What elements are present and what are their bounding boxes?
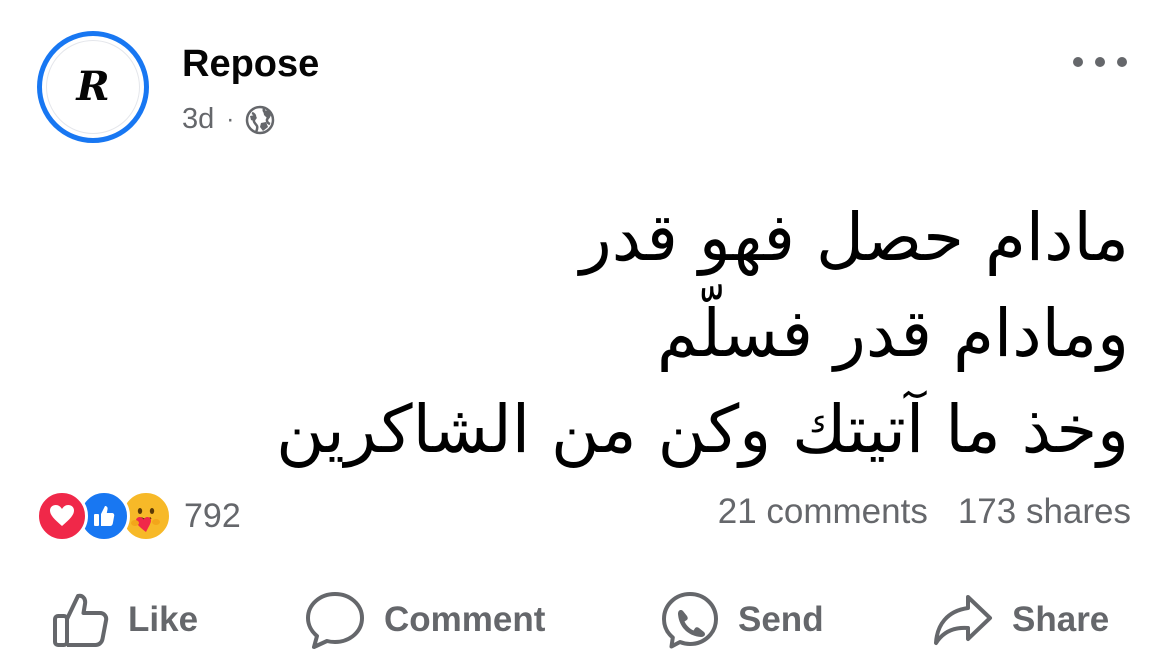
post-meta: 3d · xyxy=(182,103,276,136)
avatar-logo-letter: R xyxy=(76,63,110,110)
shares-count-link[interactable]: 173 shares xyxy=(958,492,1131,532)
love-reaction-icon xyxy=(36,490,88,542)
post-text: مادام حصل فهو قدر ومادام قدر فسلّم وخذ م… xyxy=(129,190,1129,478)
facebook-post: R Repose 3d · مادام حصل فهو قدر ومادام ق… xyxy=(0,0,1169,672)
more-dot xyxy=(1117,57,1127,67)
reactions-summary[interactable]: 792 xyxy=(36,490,241,542)
post-timestamp[interactable]: 3d xyxy=(182,103,214,136)
comments-count-link[interactable]: 21 comments xyxy=(718,492,928,532)
send-button[interactable]: Send xyxy=(660,585,824,655)
author-avatar[interactable]: R xyxy=(37,31,149,143)
author-name[interactable]: Repose xyxy=(182,43,319,86)
more-dot xyxy=(1095,57,1105,67)
post-text-line: وخذ ما آتيتك وكن من الشاكرين xyxy=(276,391,1129,468)
comment-bubble-icon xyxy=(304,590,366,650)
share-arrow-icon xyxy=(932,592,994,648)
globe-icon[interactable] xyxy=(244,104,276,136)
more-options-icon[interactable] xyxy=(1073,48,1127,76)
comment-button-label: Comment xyxy=(384,600,546,639)
like-button-label: Like xyxy=(128,600,199,639)
send-button-label: Send xyxy=(738,600,824,639)
more-dot xyxy=(1073,57,1083,67)
thumbs-up-icon xyxy=(52,591,110,649)
engagement-summary: 21 comments 173 shares xyxy=(718,492,1131,532)
reaction-count: 792 xyxy=(184,496,241,535)
post-text-line: مادام حصل فهو قدر xyxy=(579,199,1129,276)
comment-button[interactable]: Comment xyxy=(304,585,545,655)
post-text-line: ومادام قدر فسلّم xyxy=(656,295,1129,372)
meta-separator: · xyxy=(226,105,235,133)
messenger-icon xyxy=(660,590,720,650)
action-bar: Like Comment Send Share xyxy=(0,585,1169,655)
avatar-image: R xyxy=(46,40,140,134)
share-button[interactable]: Share xyxy=(932,585,1109,655)
like-button[interactable]: Like xyxy=(52,585,198,655)
share-button-label: Share xyxy=(1012,600,1110,639)
